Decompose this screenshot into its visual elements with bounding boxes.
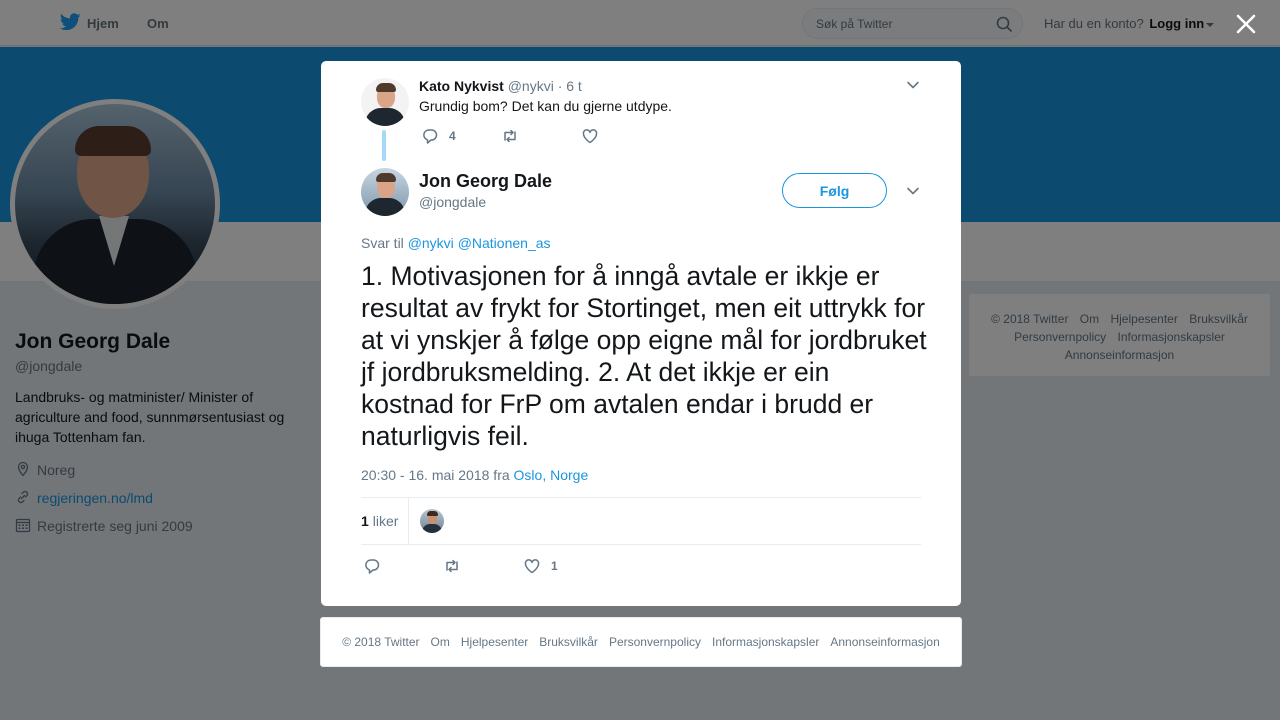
liker-avatar[interactable] xyxy=(420,509,444,533)
main-tweet-place-link[interactable]: Oslo, Norge xyxy=(514,467,589,483)
reply-prefix: Svar til xyxy=(361,235,404,251)
parent-tweet-author-name[interactable]: Kato Nykvist xyxy=(419,78,504,94)
parent-tweet-avatar[interactable] xyxy=(361,78,409,126)
main-tweet-author-handle[interactable]: @jongdale xyxy=(419,194,486,210)
footer-link-cookies[interactable]: Informasjonskapsler xyxy=(712,635,819,649)
close-icon xyxy=(1236,14,1256,34)
footer-link-help[interactable]: Hjelpesenter xyxy=(461,635,528,649)
thread-connector-line xyxy=(382,130,386,161)
tweet-stats-bar: 1 liker xyxy=(361,497,921,545)
likes-label: liker xyxy=(372,513,399,529)
reply-mention-link[interactable]: @nykvi xyxy=(408,235,454,251)
footer-link-terms[interactable]: Bruksvilkår xyxy=(539,635,598,649)
main-tweet-text: 1. Motivasjonen for å inngå avtale er ik… xyxy=(361,261,927,451)
main-tweet-menu-chevron-icon[interactable] xyxy=(906,184,920,198)
parent-tweet-text: Grundig bom? Det kan du gjerne utdype. xyxy=(419,98,672,114)
heart-icon xyxy=(582,129,598,144)
main-tweet-avatar[interactable] xyxy=(361,168,409,216)
main-tweet-time-text[interactable]: 20:30 - 16. mai 2018 fra xyxy=(361,467,510,483)
parent-tweet-header: Kato Nykvist @nykvi · 6 t xyxy=(419,78,582,94)
tweet-modal: Kato Nykvist @nykvi · 6 t Grundig bom? D… xyxy=(321,61,961,606)
main-like-button[interactable]: 1 xyxy=(523,557,603,575)
main-retweet-button[interactable] xyxy=(443,557,523,575)
footer-copyright: © 2018 Twitter xyxy=(342,635,420,649)
main-tweet-timestamp: 20:30 - 16. mai 2018 fra Oslo, Norge xyxy=(361,467,588,483)
parent-reply-count: 4 xyxy=(449,129,456,143)
main-reply-button[interactable] xyxy=(363,557,443,575)
main-tweet-actions: 1 xyxy=(363,557,603,575)
heart-icon xyxy=(524,559,540,574)
parent-reply-button[interactable]: 4 xyxy=(421,127,501,145)
likes-stat[interactable]: 1 liker xyxy=(361,498,409,544)
likes-count: 1 xyxy=(361,513,369,529)
reply-icon xyxy=(423,129,438,144)
main-tweet-author-name[interactable]: Jon Georg Dale xyxy=(419,171,552,192)
parent-tweet-actions: 4 xyxy=(421,127,661,145)
reply-mention-link[interactable]: @Nationen_as xyxy=(458,235,551,251)
follow-button[interactable]: Følg xyxy=(782,173,887,208)
reply-context: Svar til @nykvi @Nationen_as xyxy=(361,235,551,251)
parent-retweet-button[interactable] xyxy=(501,127,581,145)
parent-tweet-time[interactable]: · 6 t xyxy=(558,78,582,94)
reply-icon xyxy=(365,559,380,574)
footer-link-about[interactable]: Om xyxy=(431,635,450,649)
main-like-count: 1 xyxy=(551,559,558,573)
footer-link-privacy[interactable]: Personvernpolicy xyxy=(609,635,701,649)
close-modal-button[interactable] xyxy=(1234,12,1258,36)
parent-like-button[interactable] xyxy=(581,127,661,145)
retweet-icon xyxy=(446,559,458,573)
footer-link-ads[interactable]: Annonseinformasjon xyxy=(830,635,939,649)
modal-footer: © 2018 Twitter Om Hjelpesenter Bruksvilk… xyxy=(320,617,962,667)
parent-tweet-author-handle[interactable]: @nykvi xyxy=(508,78,554,94)
parent-tweet-menu-chevron-icon[interactable] xyxy=(906,78,920,92)
retweet-icon xyxy=(504,129,516,143)
